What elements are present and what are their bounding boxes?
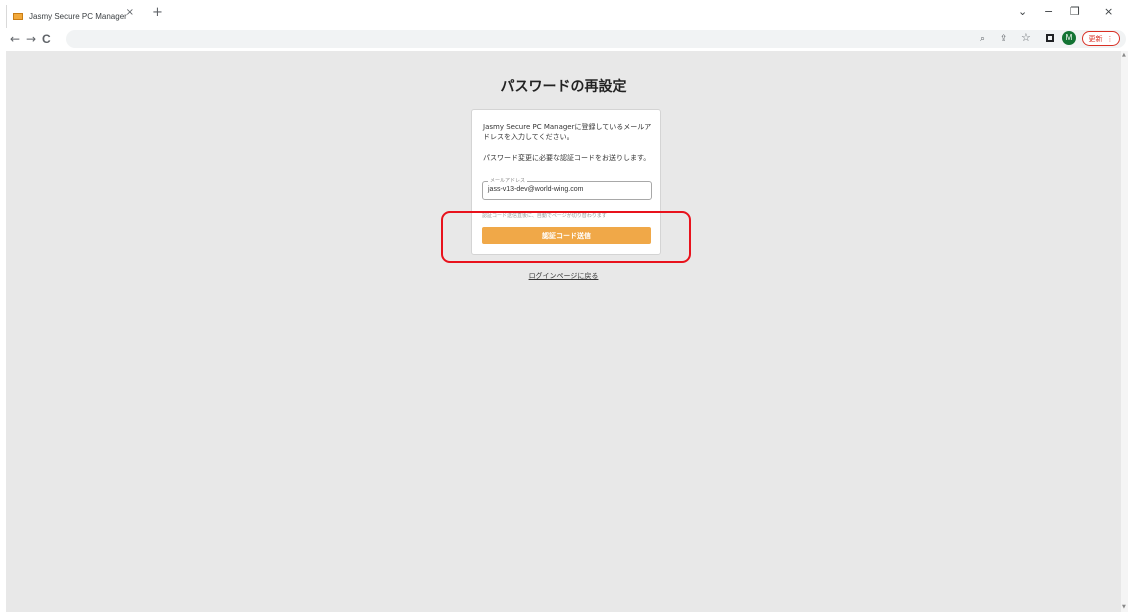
forward-icon[interactable]: → bbox=[26, 31, 36, 47]
page-title: パスワードの再設定 bbox=[500, 79, 627, 95]
address-bar[interactable] bbox=[66, 30, 1126, 48]
email-field-label: メールアドレス bbox=[488, 177, 528, 185]
tab-close-icon[interactable]: × bbox=[126, 7, 134, 18]
restore-icon[interactable]: ❐ bbox=[1070, 4, 1080, 20]
profile-avatar[interactable]: M bbox=[1062, 31, 1076, 45]
favicon-icon bbox=[13, 13, 23, 20]
info-text: パスワード変更に必要な認証コードをお送りします。 bbox=[483, 154, 651, 162]
minimize-icon[interactable]: − bbox=[1044, 4, 1053, 20]
instruction-text: Jasmy Secure PC Managerに登録しているメールアドレスを入力… bbox=[483, 123, 652, 141]
browser-toolbar: ← → C ⌕ ⇪ ☆ M 更新 ⋮ bbox=[0, 28, 1128, 50]
side-panel-icon[interactable] bbox=[1046, 34, 1054, 42]
tab-title: Jasmy Secure PC Manager bbox=[29, 12, 127, 21]
share-icon[interactable]: ⇪ bbox=[1000, 32, 1008, 46]
zoom-icon[interactable]: ⌕ bbox=[980, 32, 985, 46]
bookmark-star-icon[interactable]: ☆ bbox=[1021, 31, 1031, 45]
scroll-down-icon[interactable]: ▼ bbox=[1122, 604, 1126, 610]
update-label: 更新 bbox=[1088, 34, 1103, 43]
page-scrollbar[interactable] bbox=[1121, 51, 1128, 612]
page-viewport: パスワードの再設定 Jasmy Secure PC Managerに登録している… bbox=[6, 51, 1121, 612]
back-to-login-link[interactable]: ログインページに戻る bbox=[6, 271, 1121, 281]
kebab-menu-icon: ⋮ bbox=[1106, 34, 1114, 43]
email-field[interactable]: メールアドレス jass-v13-dev@world-wing.com bbox=[482, 177, 652, 200]
browser-tab[interactable]: Jasmy Secure PC Manager × bbox=[6, 5, 138, 28]
back-icon[interactable]: ← bbox=[10, 31, 20, 47]
window-close-icon[interactable]: × bbox=[1104, 4, 1113, 20]
email-field-value: jass-v13-dev@world-wing.com bbox=[488, 186, 584, 193]
reload-icon[interactable]: C bbox=[42, 31, 51, 47]
auto-redirect-note: 認証コード送信直後に、自動でページが切り替わります bbox=[482, 213, 607, 219]
scroll-up-icon[interactable]: ▲ bbox=[1122, 52, 1126, 58]
send-code-button[interactable]: 認証コード送信 bbox=[482, 227, 651, 244]
update-button[interactable]: 更新 ⋮ bbox=[1082, 31, 1120, 46]
new-tab-icon[interactable]: + bbox=[152, 5, 163, 21]
tab-bar: Jasmy Secure PC Manager × + ⌄ − ❐ × bbox=[0, 0, 1128, 28]
tab-search-icon[interactable]: ⌄ bbox=[1018, 4, 1027, 20]
reset-password-card: Jasmy Secure PC Managerに登録しているメールアドレスを入力… bbox=[471, 109, 661, 255]
